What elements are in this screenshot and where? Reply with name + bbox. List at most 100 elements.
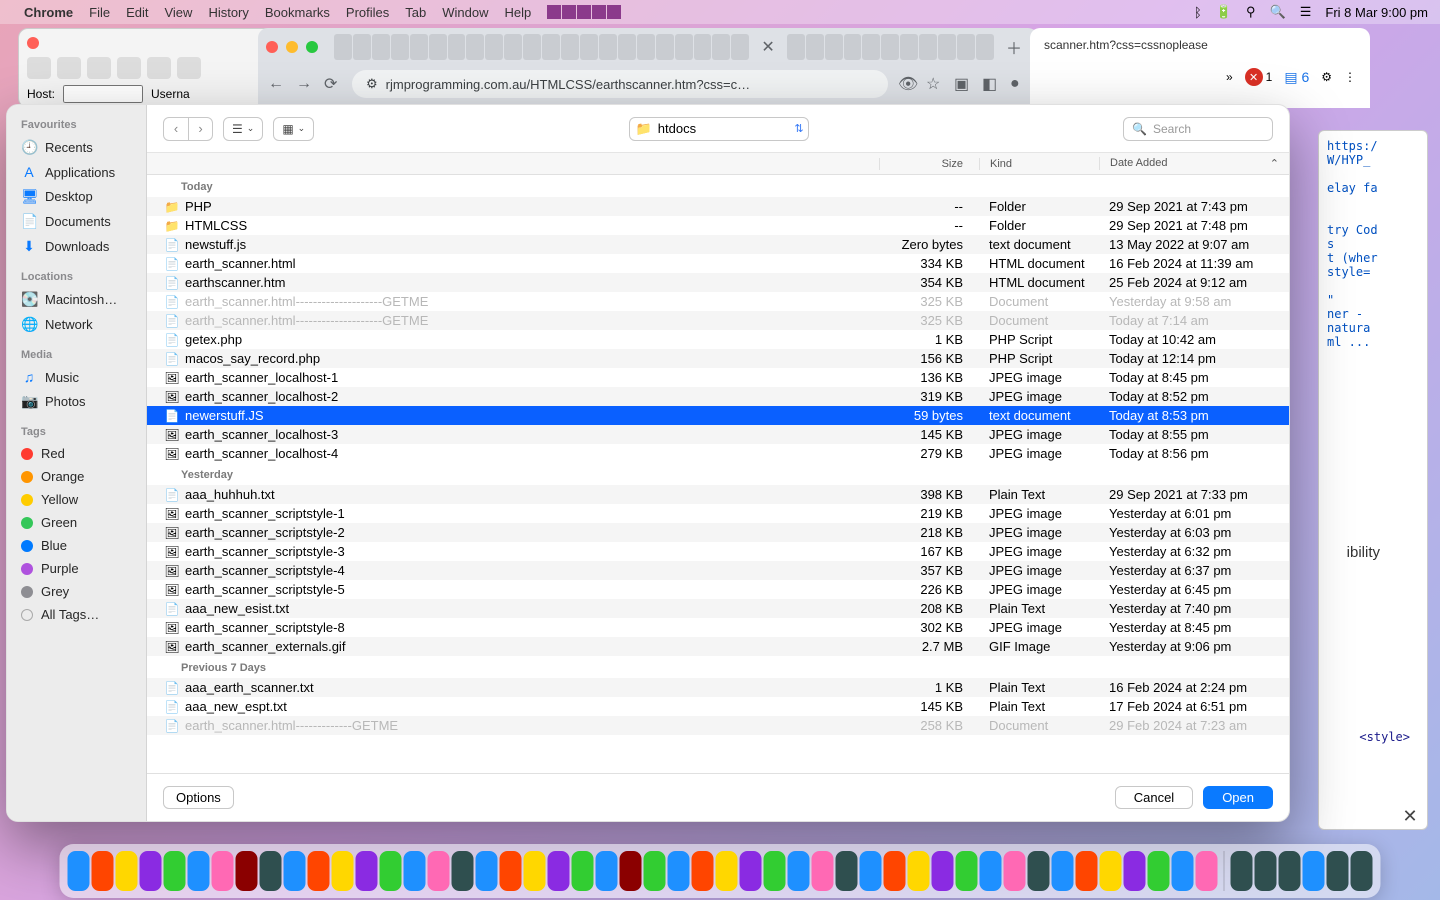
minimize-icon[interactable] (286, 41, 298, 53)
file-row[interactable]: 🖼earth_scanner_scriptstyle-1219 KBJPEG i… (147, 504, 1289, 523)
clock[interactable]: Fri 8 Mar 9:00 pm (1325, 5, 1428, 20)
sidebar-item[interactable]: Grey (21, 580, 146, 603)
col-kind[interactable]: Kind (979, 158, 1099, 170)
file-row[interactable]: 🖼earth_scanner_scriptstyle-3167 KBJPEG i… (147, 542, 1289, 561)
sidebar-item[interactable]: 🖥Desktop (21, 184, 146, 209)
cancel-button[interactable]: Cancel (1115, 786, 1193, 809)
reload-icon[interactable]: ⟳ (324, 74, 342, 94)
sidebar-item[interactable]: 🕘Recents (21, 135, 146, 160)
settings-gear-icon[interactable]: ⚙ (1321, 70, 1332, 84)
extension-icon[interactable]: ▣ (954, 74, 972, 94)
sidebar-item[interactable]: Blue (21, 534, 146, 557)
file-row[interactable]: 🖼earth_scanner_localhost-4279 KBJPEG ima… (147, 444, 1289, 463)
file-row[interactable]: 📄getex.php1 KBPHP ScriptToday at 10:42 a… (147, 330, 1289, 349)
menu-tab[interactable]: Tab (405, 5, 426, 20)
sidebar-item[interactable]: ♫Music (21, 365, 146, 389)
sidebar-item[interactable]: Green (21, 511, 146, 534)
group-by-button[interactable]: ▦ ⌄ (273, 117, 314, 141)
col-date[interactable]: Date Added ⌃ (1099, 157, 1289, 170)
bluetooth-icon[interactable]: ᛒ (1194, 5, 1202, 20)
file-row[interactable]: 📄earth_scanner.html-------------GETME258… (147, 716, 1289, 735)
control-center-icon[interactable]: ☰ (1300, 4, 1312, 20)
sidebar-item[interactable]: All Tags… (21, 603, 146, 626)
message-icon[interactable]: ▤ 6 (1284, 69, 1309, 86)
file-row[interactable]: 📄macos_say_record.php156 KBPHP ScriptTod… (147, 349, 1289, 368)
file-row[interactable]: 📄earth_scanner.html334 KBHTML document16… (147, 254, 1289, 273)
file-list[interactable]: Today📁PHP--Folder29 Sep 2021 at 7:43 pm📁… (147, 175, 1289, 773)
kebab-menu-icon[interactable]: ⋮ (1344, 70, 1356, 84)
menu-edit[interactable]: Edit (126, 5, 148, 20)
file-row[interactable]: 🖼earth_scanner_localhost-2319 KBJPEG ima… (147, 387, 1289, 406)
tab-strip[interactable] (334, 34, 749, 60)
sidebar-item[interactable]: ⬇Downloads (21, 234, 146, 259)
sidebar-item[interactable]: AApplications (21, 160, 146, 184)
menu-bookmarks[interactable]: Bookmarks (265, 5, 330, 20)
close-icon[interactable] (266, 41, 278, 53)
tab-strip[interactable] (787, 34, 994, 60)
folder-dropdown[interactable]: 📁 htdocs ⇅ (629, 117, 809, 141)
file-name: PHP (181, 199, 879, 214)
file-row[interactable]: 🖼earth_scanner_localhost-1136 KBJPEG ima… (147, 368, 1289, 387)
close-x-icon[interactable]: ✕ (1398, 804, 1422, 828)
menu-history[interactable]: History (208, 5, 248, 20)
eye-icon[interactable]: 👁 (898, 74, 916, 94)
file-row[interactable]: 📁PHP--Folder29 Sep 2021 at 7:43 pm (147, 197, 1289, 216)
profile-avatar[interactable]: ● (1010, 75, 1028, 93)
options-button[interactable]: Options (163, 786, 234, 809)
zoom-icon[interactable] (306, 41, 318, 53)
sidebar-item[interactable]: 📷Photos (21, 389, 146, 414)
file-row[interactable]: 📄aaa_new_espt.txt145 KBPlain Text17 Feb … (147, 697, 1289, 716)
file-row[interactable]: 🖼earth_scanner_scriptstyle-5226 KBJPEG i… (147, 580, 1289, 599)
col-size[interactable]: Size (879, 158, 979, 170)
spotlight-icon[interactable]: 🔍 (1270, 4, 1286, 20)
file-row[interactable]: 📄earthscanner.htm354 KBHTML document25 F… (147, 273, 1289, 292)
forward-icon[interactable]: → (296, 75, 314, 93)
file-row[interactable]: 🖼earth_scanner_localhost-3145 KBJPEG ima… (147, 425, 1289, 444)
file-row[interactable]: 🖼earth_scanner_externals.gif2.7 MBGIF Im… (147, 637, 1289, 656)
file-row[interactable]: 📁HTMLCSS--Folder29 Sep 2021 at 7:48 pm (147, 216, 1289, 235)
address-bar[interactable]: ⚙ rjmprogramming.com.au/HTMLCSS/earthsca… (352, 70, 888, 98)
file-row[interactable]: 📄earth_scanner.html--------------------G… (147, 311, 1289, 330)
file-row[interactable]: 🖼earth_scanner_scriptstyle-8302 KBJPEG i… (147, 618, 1289, 637)
file-row[interactable]: 📄newstuff.jsZero bytestext document13 Ma… (147, 235, 1289, 254)
menu-view[interactable]: View (164, 5, 192, 20)
sidepanel-icon[interactable]: ◧ (982, 74, 1000, 94)
battery-icon[interactable]: 🔋 (1216, 4, 1232, 20)
file-row[interactable]: 📄earth_scanner.html--------------------G… (147, 292, 1289, 311)
nav-back-icon[interactable]: ‹ (164, 118, 188, 140)
file-row[interactable]: 🖼earth_scanner_scriptstyle-2218 KBJPEG i… (147, 523, 1289, 542)
menu-help[interactable]: Help (505, 5, 532, 20)
sidebar-item[interactable]: 🌐Network (21, 312, 146, 337)
sidebar-item[interactable]: 📄Documents (21, 209, 146, 234)
sidebar-item[interactable]: Yellow (21, 488, 146, 511)
menu-window[interactable]: Window (442, 5, 488, 20)
app-menu[interactable]: Chrome (24, 5, 73, 20)
sidebar-item[interactable]: 💽Macintosh… (21, 287, 146, 312)
file-row[interactable]: 🖼earth_scanner_scriptstyle-4357 KBJPEG i… (147, 561, 1289, 580)
host-input[interactable] (63, 85, 143, 103)
error-badge-icon[interactable]: ✕ (1245, 68, 1263, 86)
file-kind: JPEG image (979, 582, 1099, 597)
menu-file[interactable]: File (89, 5, 110, 20)
open-button[interactable]: Open (1203, 786, 1273, 809)
back-icon[interactable]: ← (268, 75, 286, 93)
wifi-icon[interactable]: ⚲ (1246, 4, 1256, 20)
nav-forward-icon[interactable]: › (188, 118, 212, 140)
dock[interactable] (60, 844, 1381, 898)
file-row[interactable]: 📄newerstuff.JS59 bytestext documentToday… (147, 406, 1289, 425)
bookmark-star-icon[interactable]: ☆ (926, 74, 944, 94)
menu-profiles[interactable]: Profiles (346, 5, 389, 20)
file-row[interactable]: 📄aaa_huhhuh.txt398 KBPlain Text29 Sep 20… (147, 485, 1289, 504)
search-input[interactable]: 🔍 Search (1123, 117, 1273, 141)
new-tab-icon[interactable]: ＋ (998, 35, 1030, 59)
file-row[interactable]: 📄aaa_new_esist.txt208 KBPlain TextYester… (147, 599, 1289, 618)
sidebar-item[interactable]: Purple (21, 557, 146, 580)
close-tab-icon[interactable]: ✕ (753, 37, 782, 57)
file-icon: 📄 (163, 333, 181, 347)
sidebar-item[interactable]: Red (21, 442, 146, 465)
view-mode-button[interactable]: ☰ ⌄ (223, 117, 263, 141)
file-row[interactable]: 📄aaa_earth_scanner.txt1 KBPlain Text16 F… (147, 678, 1289, 697)
close-icon[interactable] (27, 37, 39, 49)
overflow-icon[interactable]: » (1226, 70, 1233, 84)
sidebar-item[interactable]: Orange (21, 465, 146, 488)
